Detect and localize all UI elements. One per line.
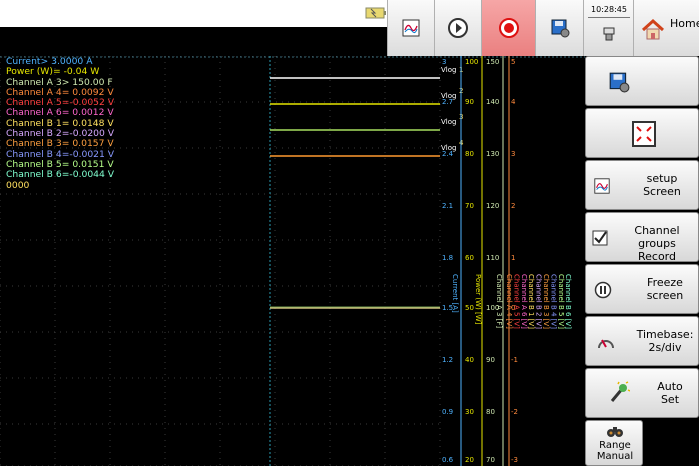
channel-readouts: Current> 3.0000 A Power (W)= -0.04 W Chann… xyxy=(6,56,114,191)
timebase-button[interactable]: Timebase: 2s/div xyxy=(585,316,699,366)
channel-groups-record-button[interactable]: Channel groups Record xyxy=(585,212,699,263)
freeze-screen-button[interactable]: Freeze screen xyxy=(585,264,699,314)
sidebar: setup Screen Channel groups Record Freez… xyxy=(585,56,699,466)
power-tick-label: 70 xyxy=(465,202,474,210)
channel-axis-title: Channel B 3 [V] xyxy=(542,274,550,329)
power-tick-label: 20 xyxy=(465,456,474,464)
pause-icon xyxy=(594,281,612,299)
channel-a4-tick-label: 4 xyxy=(511,98,516,106)
status-strip xyxy=(0,27,387,56)
floppy-settings-icon xyxy=(551,19,569,38)
readout-line: 0000 xyxy=(6,179,30,191)
channel-axis-title: Channel A 5 [V] xyxy=(512,274,520,329)
current-tick-label: 0.9 xyxy=(442,408,453,416)
channel-axis-title: Channel B 5 [V] xyxy=(557,274,565,329)
channel-a4-tick-label: 3 xyxy=(511,150,515,158)
power-tick-label: 80 xyxy=(465,150,474,158)
power-tick-label: 30 xyxy=(465,408,474,416)
channel-a4-tick-label: -1 xyxy=(511,356,518,364)
power-tick-label: 50 xyxy=(465,304,474,312)
waveform-icon xyxy=(402,19,420,37)
current-tick-label: 2.1 xyxy=(442,202,453,210)
home-label: Home xyxy=(670,17,699,30)
battery-icon xyxy=(365,7,386,19)
power-tick-label: 100 xyxy=(465,58,478,66)
range-manual-button[interactable]: Range Manual xyxy=(585,420,643,466)
plot-traces: Vlog1Vlog2Vlog3Vlog4 xyxy=(269,56,464,466)
freeze-screen-label: Freeze screen xyxy=(646,276,684,302)
power-axis-title: Power (W) [W] xyxy=(474,274,482,325)
vlog-label: Vlog xyxy=(441,66,456,74)
channel-a3-tick-label: 90 xyxy=(486,356,495,364)
magic-wand-icon xyxy=(610,381,630,402)
channel-axis-title: Channel B 6 [V] xyxy=(564,274,572,329)
channel-a4-tick-label: -3 xyxy=(511,456,518,464)
waveform-icon xyxy=(594,178,610,194)
clock-widget[interactable]: 10:28:45 xyxy=(583,0,633,56)
current-tick-label: 3 xyxy=(442,58,446,66)
channel-groups-record-label: Channel groups Record xyxy=(634,224,680,263)
channel-axis-title: Channel B 1 [V] xyxy=(527,274,535,329)
power-tick-label: 60 xyxy=(465,254,474,262)
vlog-label: Vlog xyxy=(441,118,456,126)
current-tick-label: 2.7 xyxy=(442,98,453,106)
channel-axis-title: Channel A 4 [V] xyxy=(505,274,513,329)
floppy-settings-icon xyxy=(609,72,630,93)
power-tick-label: 90 xyxy=(465,98,474,106)
record-button[interactable] xyxy=(481,0,535,56)
channel-axis-title: Channel A 3 [F] xyxy=(495,274,503,328)
channel-a4-tick-label: -2 xyxy=(511,408,518,416)
record-icon xyxy=(498,18,519,38)
channel-axis-title: Channel B 4 [V] xyxy=(549,274,557,329)
channel-a3-tick-label: 150 xyxy=(486,58,499,66)
save-button[interactable] xyxy=(585,56,699,106)
clock-divider xyxy=(588,17,630,18)
clock-time: 10:28:45 xyxy=(591,5,627,14)
home-icon xyxy=(641,18,665,40)
top-toolbar: 10:28:45 Home xyxy=(0,0,699,56)
channel-a3-tick-label: 120 xyxy=(486,202,499,210)
gauge-icon xyxy=(598,339,614,349)
auto-set-label: Auto Set xyxy=(657,380,683,406)
current-tick-label: 2.4 xyxy=(442,150,454,158)
title-strip xyxy=(0,0,387,27)
power-tick-label: 40 xyxy=(465,356,474,364)
usb-icon xyxy=(603,27,615,41)
save-setup-button[interactable] xyxy=(535,0,583,56)
channel-a4-tick-label: 5 xyxy=(511,58,515,66)
channel-a3-tick-label: 140 xyxy=(486,98,499,106)
fullscreen-icon xyxy=(632,121,656,147)
current-tick-label: 0.6 xyxy=(442,456,454,464)
fullscreen-button[interactable] xyxy=(585,108,699,158)
channel-a3-tick-label: 80 xyxy=(486,408,495,416)
waveform-view-button[interactable] xyxy=(387,0,434,56)
play-icon xyxy=(448,18,468,38)
timebase-label: Timebase: 2s/div xyxy=(636,328,694,354)
checkbox-icon xyxy=(592,230,608,246)
channel-axis-title: Channel B 2 [V] xyxy=(535,274,543,329)
setup-screen-button[interactable]: setup Screen xyxy=(585,160,699,210)
channel-a4-tick-label: 1 xyxy=(511,254,515,262)
current-tick-label: 1.8 xyxy=(442,254,453,262)
auto-set-button[interactable]: Auto Set xyxy=(585,368,699,418)
channel-a3-tick-label: 110 xyxy=(486,254,499,262)
channel-a3-tick-label: 70 xyxy=(486,456,495,464)
current-axis-title: Current [A] xyxy=(451,274,459,313)
channel-axis-title: Channel A 6 [V] xyxy=(520,274,528,329)
setup-screen-label: setup Screen xyxy=(643,172,681,198)
channel-a3-tick-label: 130 xyxy=(486,150,499,158)
binoculars-icon xyxy=(607,427,623,437)
range-manual-label: Range Manual xyxy=(596,440,634,462)
current-tick-label: 1.2 xyxy=(442,356,453,364)
play-button[interactable] xyxy=(434,0,481,56)
channel-a4-tick-label: 2 xyxy=(511,202,515,210)
home-button[interactable]: Home xyxy=(633,0,699,56)
